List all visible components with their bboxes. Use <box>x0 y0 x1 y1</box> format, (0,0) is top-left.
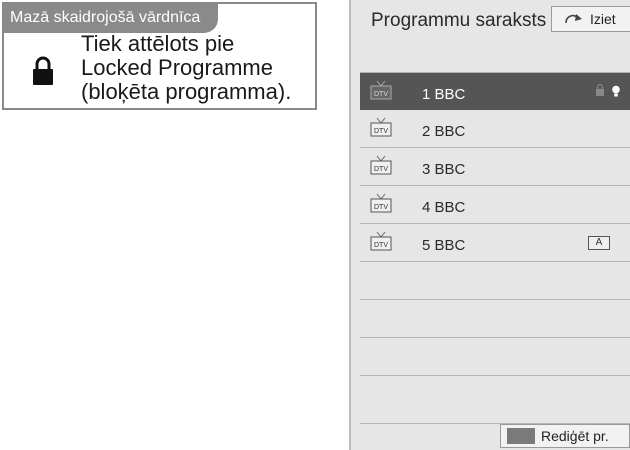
lock-icon <box>33 56 53 85</box>
channel-row[interactable]: DTV 5 BBC A <box>360 224 630 262</box>
audio-text-icon: A <box>588 236 610 250</box>
return-icon <box>565 14 582 24</box>
dtv-icon: DTV <box>370 80 392 100</box>
dtv-icon: DTV <box>370 117 392 137</box>
channel-name: 4 BBC <box>422 199 466 216</box>
channel-row[interactable]: DTV 3 BBC <box>360 148 630 186</box>
dtv-tag: DTV <box>374 242 388 249</box>
dtv-icon: DTV <box>370 193 392 213</box>
dtv-icon: DTV <box>370 155 392 175</box>
channel-name: 1 BBC <box>422 86 466 103</box>
glossary-description: Tiek attēlots pie Locked Programme (bloķ… <box>81 32 291 104</box>
edit-programme-button[interactable]: Rediģēt pr. <box>500 424 630 448</box>
glossary-box: Mazā skaidrojošā vārdnīca Tiek attēlots … <box>2 2 317 110</box>
glossary-line: Locked Programme <box>81 55 273 80</box>
favourite-icon <box>612 85 620 97</box>
empty-row <box>360 338 630 376</box>
channel-name: 2 BBC <box>422 123 466 140</box>
channel-row[interactable]: DTV 4 BBC <box>360 186 630 224</box>
edit-label: Rediģēt pr. <box>541 428 609 444</box>
programme-list-panel: Programmu saraksts Iziet DTV 1 BBC DTV 2… <box>349 0 630 450</box>
empty-row <box>360 300 630 338</box>
dtv-tag: DTV <box>374 204 388 211</box>
glossary-title: Mazā skaidrojošā vārdnīca <box>3 3 219 33</box>
glossary-line: Tiek attēlots pie <box>81 31 235 56</box>
dtv-tag: DTV <box>374 128 388 135</box>
channel-row[interactable]: DTV 1 BBC <box>360 72 630 110</box>
glossary-line: (bloķēta programma). <box>81 79 292 104</box>
exit-button[interactable]: Iziet <box>551 6 630 32</box>
channel-name: 3 BBC <box>422 161 466 178</box>
channel-row[interactable]: DTV 2 BBC <box>360 110 630 148</box>
exit-label: Iziet <box>590 11 616 27</box>
dtv-tag: DTV <box>374 166 388 173</box>
dtv-tag: DTV <box>374 91 388 98</box>
channel-name: 5 BBC <box>422 237 466 254</box>
empty-row <box>360 262 630 300</box>
lock-icon <box>596 83 604 96</box>
panel-title: Programmu saraksts <box>371 10 547 31</box>
color-key-swatch <box>507 428 535 444</box>
dtv-icon: DTV <box>370 231 392 251</box>
channel-list: DTV 1 BBC DTV 2 BBC DTV 3 BBC DTV 4 BBC … <box>360 54 630 376</box>
